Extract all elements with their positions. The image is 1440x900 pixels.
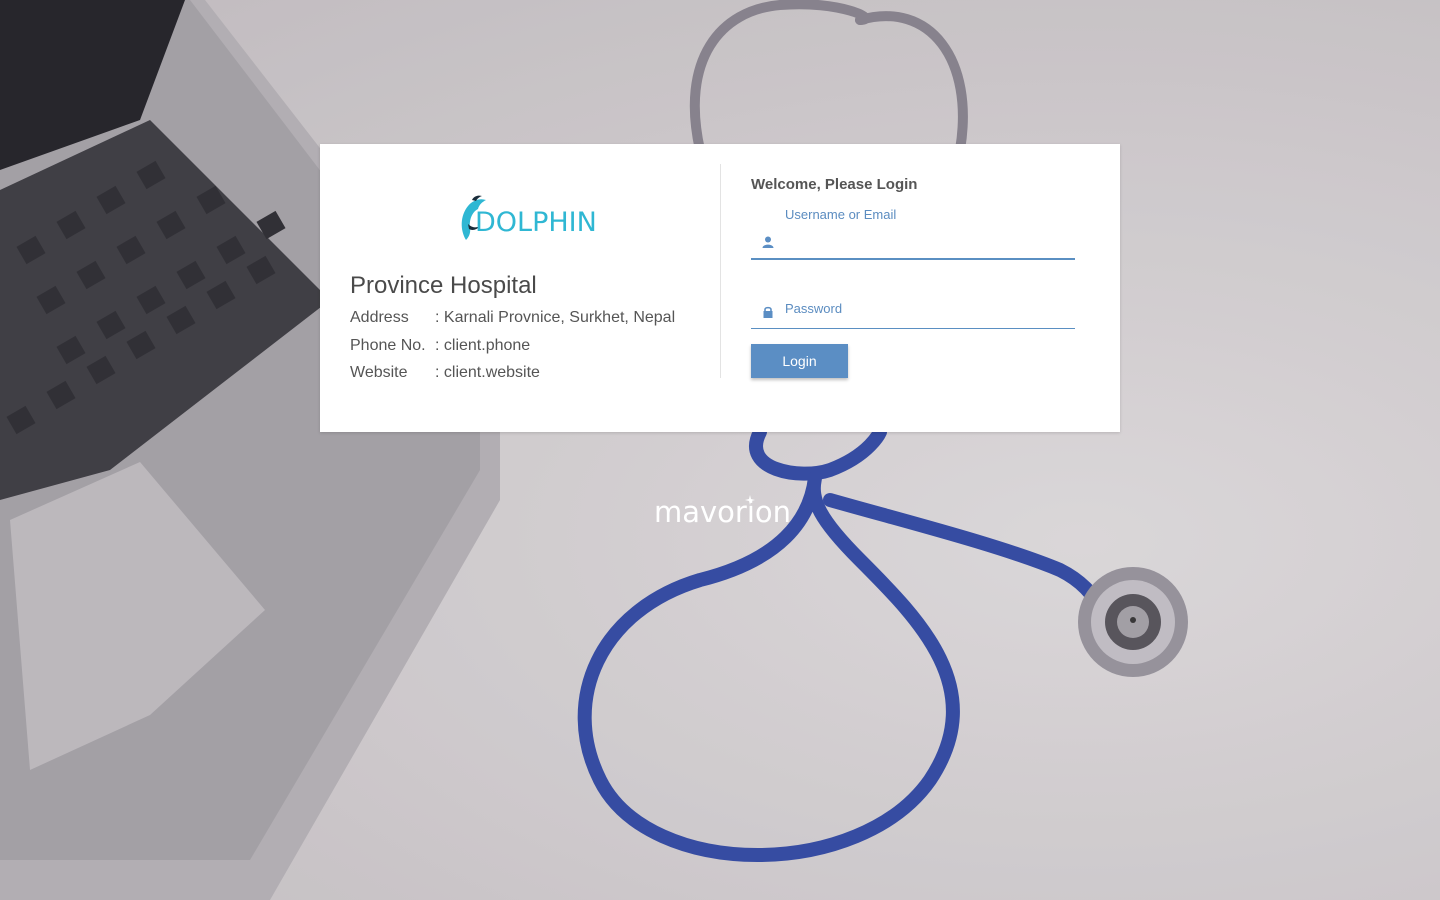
phone-label: Phone No. [350, 337, 426, 354]
login-card: DOLPHIN Province Hospital Address : Karna… [320, 144, 1120, 432]
username-label: Username or Email [785, 207, 897, 222]
hospital-name: Province Hospital [350, 272, 537, 299]
mavorion-logo: mavorion [654, 494, 794, 530]
vertical-divider [720, 164, 721, 378]
address-row: Address : Karnali Provnice, Surkhet, Nepa… [350, 308, 675, 328]
website-value: : client.website [435, 364, 540, 381]
dolphin-logo: DOLPHIN [458, 194, 598, 244]
address-value: : Karnali Provnice, Surkhet, Nepal [435, 309, 676, 326]
background-tint [0, 0, 1440, 900]
hospital-info-panel: DOLPHIN Province Hospital Address : Karna… [350, 164, 720, 381]
login-button[interactable]: Login [751, 344, 848, 378]
login-form: Welcome, Please Login Username or Email … [751, 164, 1091, 378]
background-photo [0, 0, 1440, 900]
star-icon [745, 495, 755, 505]
username-input[interactable] [785, 228, 1075, 254]
vendor-logo-text: mavorion [654, 495, 792, 529]
password-label: Password [785, 301, 843, 316]
user-icon [762, 236, 774, 248]
login-heading: Welcome, Please Login [751, 176, 918, 193]
username-field[interactable]: Username or Email [751, 206, 1075, 260]
password-field[interactable]: Password [751, 296, 1075, 329]
website-row: Website : client.website [350, 363, 540, 383]
address-label: Address [350, 309, 409, 326]
website-label: Website [350, 364, 408, 381]
phone-value: : client.phone [435, 337, 531, 354]
phone-row: Phone No. : client.phone [350, 336, 530, 356]
app-logo-text: DOLPHIN [475, 207, 597, 238]
lock-icon [763, 306, 773, 318]
